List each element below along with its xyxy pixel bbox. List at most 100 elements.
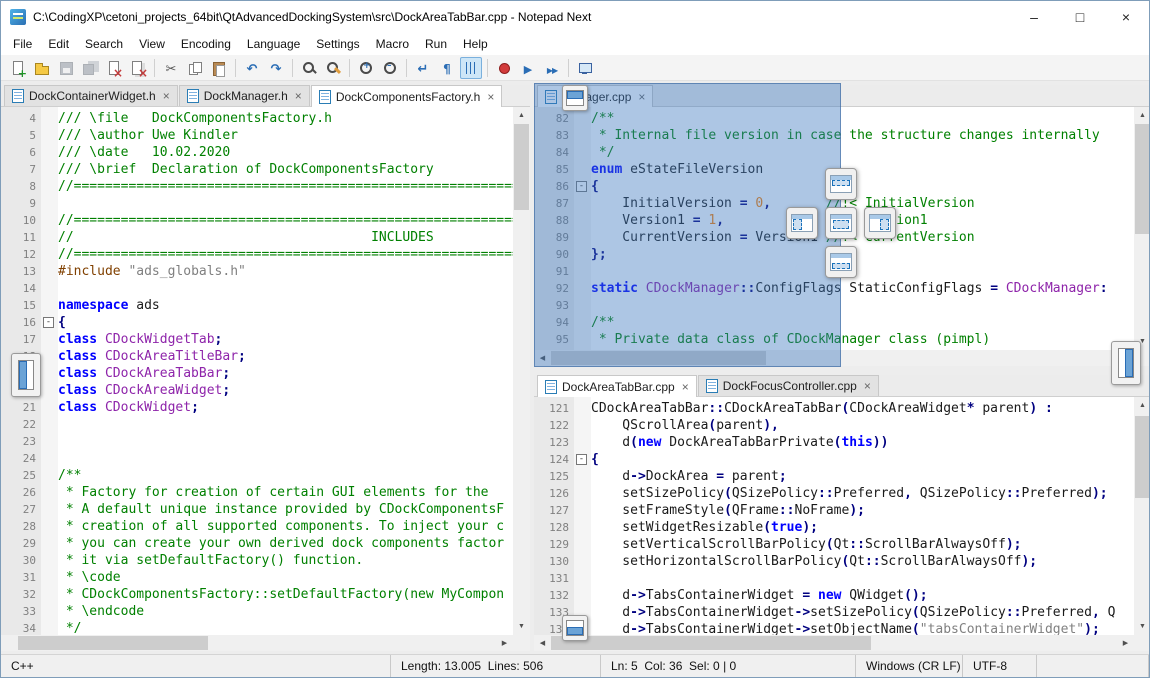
editor-left[interactable]: 4/// \file DockComponentsFactory.h5/// \… bbox=[1, 107, 513, 635]
tab-close-icon[interactable]: × bbox=[682, 381, 689, 393]
drop-indicator-top[interactable] bbox=[825, 168, 857, 200]
menu-language[interactable]: Language bbox=[239, 35, 308, 53]
save-all-button[interactable] bbox=[79, 57, 101, 79]
drop-indicator-edge-right[interactable] bbox=[1111, 341, 1141, 385]
code-text: class CDockWidget; bbox=[58, 399, 199, 416]
scrollbar-track[interactable] bbox=[513, 124, 530, 618]
scrollbar-thumb[interactable] bbox=[551, 636, 871, 650]
show-all-characters-button[interactable] bbox=[436, 57, 458, 79]
word-wrap-button[interactable] bbox=[412, 57, 434, 79]
save-button[interactable] bbox=[55, 57, 77, 79]
scroll-right-button[interactable]: ▶ bbox=[496, 635, 513, 651]
code-text: * CDockComponentsFactory::setDefaultFact… bbox=[58, 586, 504, 603]
fold-collapse-icon[interactable]: - bbox=[576, 454, 587, 465]
menu-macro[interactable]: Macro bbox=[368, 35, 417, 53]
zoom-out-button[interactable] bbox=[379, 57, 401, 79]
horizontal-scrollbar[interactable]: ▶ bbox=[1, 635, 513, 651]
tab-DockManager.h[interactable]: DockManager.h× bbox=[179, 85, 310, 106]
vertical-scrollbar[interactable]: ▲ ▼ bbox=[1134, 397, 1149, 635]
scroll-down-button[interactable]: ▼ bbox=[513, 618, 530, 635]
code-text: /// \brief Declaration of DockComponents… bbox=[58, 161, 434, 178]
scroll-up-button[interactable]: ▲ bbox=[1134, 107, 1149, 124]
scrollbar-track[interactable] bbox=[18, 635, 496, 651]
menu-settings[interactable]: Settings bbox=[308, 35, 367, 53]
fold-margin-cell bbox=[41, 620, 58, 635]
line-number: 126 bbox=[534, 485, 574, 502]
fold-margin-cell bbox=[41, 110, 58, 127]
splitter-horizontal[interactable] bbox=[534, 366, 1149, 375]
copy-button[interactable] bbox=[184, 57, 206, 79]
drop-indicator-edge-bottom[interactable] bbox=[562, 615, 588, 641]
replace-button[interactable] bbox=[322, 57, 344, 79]
tab-close-icon[interactable]: × bbox=[864, 380, 871, 392]
scroll-right-button[interactable]: ▶ bbox=[1117, 635, 1134, 651]
scrollbar-track[interactable] bbox=[1134, 414, 1149, 618]
horizontal-scrollbar[interactable]: ◀ ▶ bbox=[534, 635, 1134, 651]
tab-close-icon[interactable]: × bbox=[487, 91, 494, 103]
scrollbar-thumb[interactable] bbox=[18, 636, 208, 650]
drop-indicator-edge-left[interactable] bbox=[11, 353, 41, 397]
tab-DockComponentsFactory.h[interactable]: DockComponentsFactory.h× bbox=[311, 85, 503, 107]
paste-button[interactable] bbox=[208, 57, 230, 79]
scrollbar-track[interactable] bbox=[551, 635, 1117, 651]
open-file-button[interactable] bbox=[31, 57, 53, 79]
zoom-in-button[interactable] bbox=[355, 57, 377, 79]
scrollbar-thumb[interactable] bbox=[1135, 124, 1149, 234]
menu-encoding[interactable]: Encoding bbox=[173, 35, 239, 53]
menu-search[interactable]: Search bbox=[77, 35, 131, 53]
tab-close-icon[interactable]: × bbox=[163, 90, 170, 102]
vertical-scrollbar[interactable]: ▲ ▼ bbox=[513, 107, 530, 635]
undo-button[interactable] bbox=[241, 57, 263, 79]
line-number: 23 bbox=[1, 433, 41, 450]
tab-DockFocusController.cpp[interactable]: DockFocusController.cpp× bbox=[698, 375, 879, 396]
scroll-left-button[interactable]: ◀ bbox=[534, 635, 551, 651]
cut-button[interactable] bbox=[160, 57, 182, 79]
drop-indicator-left[interactable] bbox=[786, 207, 818, 239]
record-macro-button[interactable] bbox=[493, 57, 515, 79]
fold-margin-cell bbox=[41, 552, 58, 569]
menu-view[interactable]: View bbox=[131, 35, 173, 53]
redo-button[interactable] bbox=[265, 57, 287, 79]
new-file-button[interactable] bbox=[7, 57, 29, 79]
maximize-button[interactable]: □ bbox=[1057, 1, 1103, 33]
indent-guides-button[interactable] bbox=[460, 57, 482, 79]
drop-indicator-right[interactable] bbox=[864, 207, 896, 239]
drop-indicator-center[interactable] bbox=[825, 207, 857, 239]
fold-margin-cell bbox=[41, 569, 58, 586]
find-button[interactable] bbox=[298, 57, 320, 79]
tab-DockContainerWidget.h[interactable]: DockContainerWidget.h× bbox=[4, 85, 178, 106]
scroll-up-button[interactable]: ▲ bbox=[1134, 397, 1149, 414]
fold-margin-cell[interactable]: - bbox=[41, 314, 58, 331]
minimize-button[interactable]: – bbox=[1011, 1, 1057, 33]
drop-indicator-bottom[interactable] bbox=[825, 246, 857, 278]
vertical-scrollbar[interactable]: ▲ ▼ bbox=[1134, 107, 1149, 350]
scroll-left-button[interactable] bbox=[1, 635, 18, 651]
scroll-up-button[interactable]: ▲ bbox=[513, 107, 530, 124]
redo-icon bbox=[268, 60, 284, 76]
menu-edit[interactable]: Edit bbox=[40, 35, 77, 53]
scrollbar-thumb[interactable] bbox=[1135, 416, 1149, 498]
save-icon bbox=[58, 60, 74, 76]
toolbar-separator bbox=[487, 59, 488, 77]
menu-help[interactable]: Help bbox=[455, 35, 496, 53]
scrollbar-track[interactable] bbox=[1134, 124, 1149, 333]
menu-bar: FileEditSearchViewEncodingLanguageSettin… bbox=[1, 33, 1149, 55]
tab-close-icon[interactable]: × bbox=[295, 90, 302, 102]
drop-indicator-edge-top[interactable] bbox=[562, 85, 588, 111]
fold-collapse-icon[interactable]: - bbox=[43, 317, 54, 328]
monitor-button[interactable] bbox=[574, 57, 596, 79]
scrollbar-thumb[interactable] bbox=[514, 124, 529, 210]
close-all-button[interactable] bbox=[127, 57, 149, 79]
menu-run[interactable]: Run bbox=[417, 35, 455, 53]
tab-DockAreaTabBar.cpp[interactable]: DockAreaTabBar.cpp× bbox=[537, 375, 697, 397]
menu-file[interactable]: File bbox=[5, 35, 40, 53]
play-macro-button[interactable] bbox=[517, 57, 539, 79]
close-file-button[interactable] bbox=[103, 57, 125, 79]
fold-margin-cell[interactable]: - bbox=[574, 451, 591, 468]
run-macro-multiple-button[interactable] bbox=[541, 57, 563, 79]
close-button[interactable]: × bbox=[1103, 1, 1149, 33]
line-number: 22 bbox=[1, 416, 41, 433]
editor-bottom-right[interactable]: 121CDockAreaTabBar::CDockAreaTabBar(CDoc… bbox=[534, 397, 1134, 635]
code-text: /// \date 10.02.2020 bbox=[58, 144, 230, 161]
scroll-down-button[interactable]: ▼ bbox=[1134, 618, 1149, 635]
